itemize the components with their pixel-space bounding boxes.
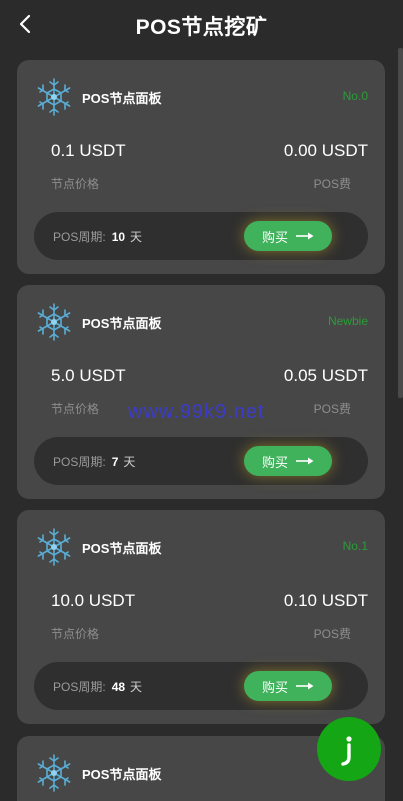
buy-label: 购买 xyxy=(261,679,288,695)
node-price-label: 节点价格 xyxy=(51,177,100,191)
period-value: 48 xyxy=(111,680,126,694)
pos-fee-label: POS费 xyxy=(313,627,351,641)
card-tag: No.0 xyxy=(342,89,368,103)
node-card: POS节点面板 No.0 0.1 USDT 0.00 USDT 节点价格 POS… xyxy=(17,60,385,274)
buy-label: 购买 xyxy=(261,229,288,245)
period-bar: POS周期: 48 天 购买 xyxy=(34,662,368,710)
buy-label: 购买 xyxy=(261,454,288,470)
period-bar: POS周期: 7 天 购买 xyxy=(34,437,368,485)
arrow-right-icon xyxy=(296,457,314,465)
snowflake-icon xyxy=(37,754,71,792)
pos-fee-label: POS费 xyxy=(313,177,351,191)
period-info: POS周期: 7 天 xyxy=(53,453,135,470)
snowflake-icon xyxy=(37,303,71,341)
period-unit: 天 xyxy=(123,455,136,469)
period-info: POS周期: 10 天 xyxy=(53,228,142,245)
watermark: www.99k9.net xyxy=(128,401,265,423)
pos-fee-value: 0.05 USDT xyxy=(283,366,368,385)
node-price-label: 节点价格 xyxy=(51,402,100,416)
pos-fee-value: 0.00 USDT xyxy=(283,141,368,160)
period-info: POS周期: 48 天 xyxy=(53,678,142,695)
card-title: POS节点面板 xyxy=(82,91,162,106)
period-bar: POS周期: 10 天 购买 xyxy=(34,212,368,260)
node-price-value: 0.1 USDT xyxy=(51,141,126,160)
node-price-value: 10.0 USDT xyxy=(51,591,136,610)
buy-button[interactable]: 购买 xyxy=(244,221,332,251)
snowflake-icon xyxy=(37,528,71,566)
chat-icon xyxy=(341,736,352,766)
buy-button[interactable]: 购买 xyxy=(244,446,332,476)
chat-fab-button[interactable] xyxy=(317,717,381,781)
period-label: POS周期: xyxy=(53,230,106,244)
card-title: POS节点面板 xyxy=(82,767,162,782)
period-unit: 天 xyxy=(130,230,143,244)
node-card: POS节点面板 No.1 10.0 USDT 0.10 USDT 节点价格 PO… xyxy=(17,510,385,724)
node-card: POS节点面板 Newbie 5.0 USDT 0.05 USDT 节点价格 P… xyxy=(17,285,385,499)
period-unit: 天 xyxy=(130,680,143,694)
pos-fee-value: 0.10 USDT xyxy=(283,591,368,610)
scrollbar[interactable] xyxy=(398,48,403,398)
period-label: POS周期: xyxy=(53,455,106,469)
card-tag: Newbie xyxy=(327,314,368,328)
period-value: 10 xyxy=(111,230,126,244)
card-title: POS节点面板 xyxy=(82,316,162,331)
node-price-label: 节点价格 xyxy=(51,627,100,641)
card-title: POS节点面板 xyxy=(82,541,162,556)
page-title: POS节点挖矿 xyxy=(135,16,268,39)
period-label: POS周期: xyxy=(53,680,106,694)
pos-fee-label: POS费 xyxy=(313,402,351,416)
arrow-right-icon xyxy=(296,232,314,240)
period-value: 7 xyxy=(111,455,119,469)
snowflake-icon xyxy=(37,78,71,116)
header: POS节点挖矿 xyxy=(0,0,403,50)
node-price-value: 5.0 USDT xyxy=(51,366,126,385)
card-tag: No.1 xyxy=(342,539,368,553)
buy-button[interactable]: 购买 xyxy=(244,671,332,701)
arrow-right-icon xyxy=(296,682,314,690)
